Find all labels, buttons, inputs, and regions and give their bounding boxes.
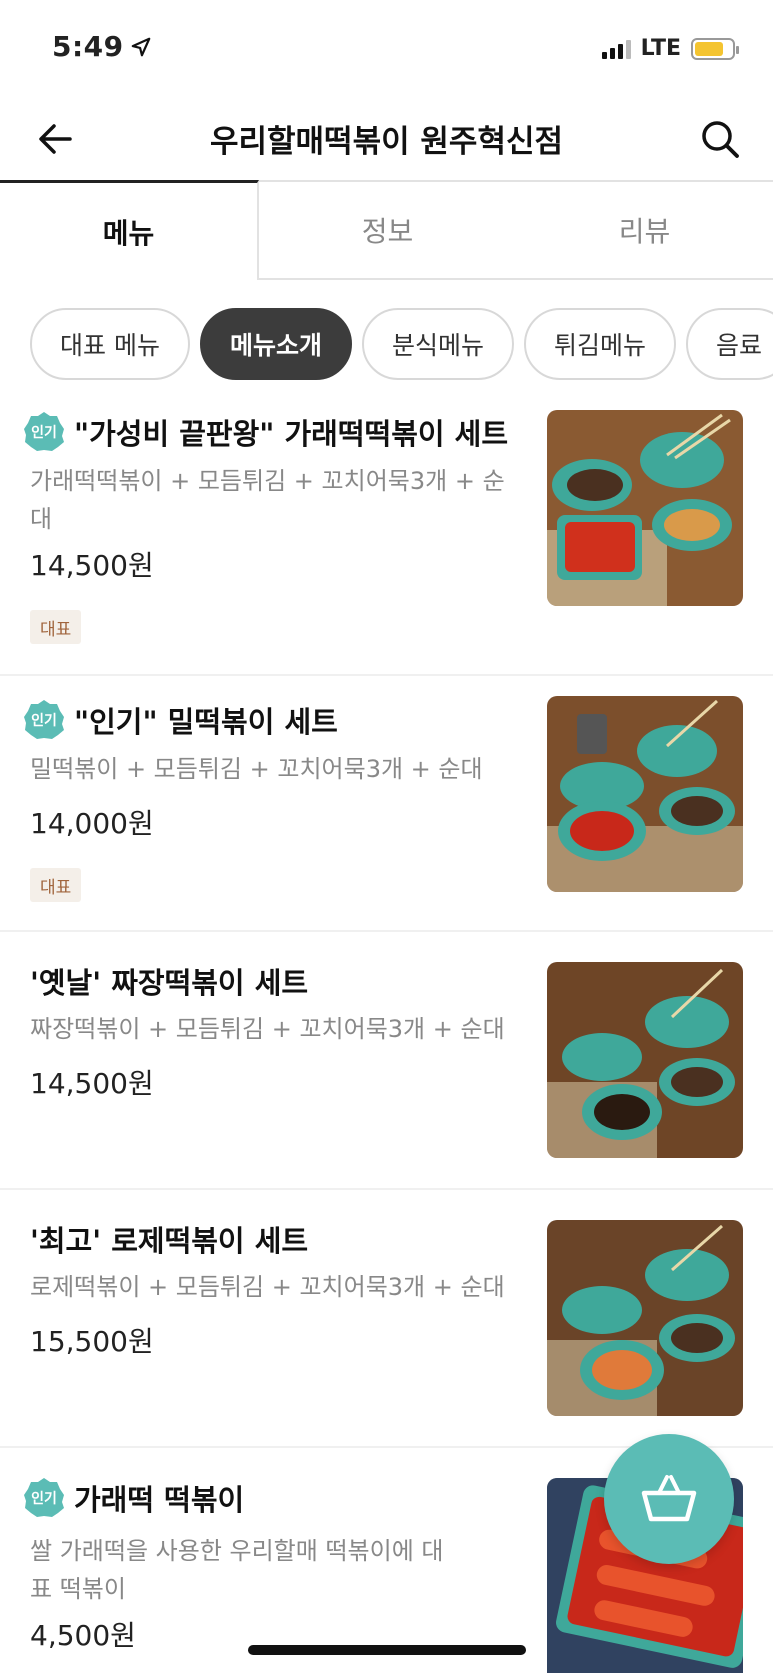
menu-item[interactable]: 인기 "인기" 밀떡볶이 세트 밀떡볶이 + 모듬튀김 + 꼬치어묵3개 + 순…: [0, 676, 773, 932]
shopping-basket-icon: [641, 1475, 697, 1522]
item-price: 14,500원: [30, 549, 154, 582]
popular-badge: 인기: [22, 698, 66, 742]
item-title-row: '최고' 로제떡볶이 세트: [22, 1218, 308, 1260]
home-indicator[interactable]: [248, 1645, 526, 1655]
status-time: 5:49: [52, 30, 152, 63]
featured-tag: 대표: [30, 610, 82, 644]
tab-menu[interactable]: 메뉴: [0, 180, 259, 280]
item-price: 15,500원: [30, 1325, 154, 1358]
location-arrow-icon: [131, 37, 151, 56]
search-icon: [702, 121, 739, 158]
status-bar: 5:49 LTE: [0, 0, 773, 100]
item-description: 로제떡볶이 + 모듬튀김 + 꼬치어묵3개 + 순대: [30, 1273, 505, 1301]
item-price: 4,500원: [30, 1619, 136, 1652]
item-name: '옛날' 짜장떡볶이 세트: [30, 966, 309, 1000]
item-photo: [547, 410, 743, 606]
network-label: LTE: [640, 36, 681, 61]
signal-icon: [601, 39, 631, 59]
item-name: "가성비 끝판왕" 가래떡떡볶이 세트: [74, 417, 509, 451]
cart-button[interactable]: [604, 1434, 734, 1564]
search-button[interactable]: [695, 114, 745, 164]
item-price: 14,500원: [30, 1067, 154, 1100]
item-title-row: 인기 "인기" 밀떡볶이 세트: [22, 698, 338, 742]
item-price: 14,000원: [30, 807, 154, 840]
app-header: 우리할매떡볶이 원주혁신점: [0, 100, 773, 180]
popular-badge-label: 인기: [31, 713, 57, 729]
battery-icon: [691, 37, 739, 60]
item-name: '최고' 로제떡볶이 세트: [30, 1224, 309, 1258]
item-photo: [547, 962, 743, 1158]
item-title-row: 인기 "가성비 끝판왕" 가래떡떡볶이 세트: [22, 410, 508, 454]
chip-snack-menu[interactable]: 분식메뉴: [361, 308, 514, 380]
chip-menu-intro[interactable]: 메뉴소개: [199, 308, 352, 380]
chip-fried-menu[interactable]: 튀김메뉴: [523, 308, 676, 380]
popular-badge-label: 인기: [31, 1491, 57, 1507]
item-name: 가래떡 떡볶이: [74, 1483, 245, 1517]
status-indicators: LTE: [601, 36, 739, 61]
item-title-row: 인기 가래떡 떡볶이: [22, 1476, 244, 1520]
item-description: 가래떡떡볶이 + 모듬튀김 + 꼬치어묵3개 + 순대: [30, 467, 505, 533]
item-title-row: '옛날' 짜장떡볶이 세트: [22, 960, 308, 1002]
item-photo: [547, 696, 743, 892]
chip-drinks[interactable]: 음료: [686, 308, 773, 380]
popular-badge: 인기: [22, 410, 66, 454]
tab-bar: 메뉴 정보 리뷰: [0, 180, 773, 280]
time-text: 5:49: [52, 30, 124, 63]
item-description: 밀떡볶이 + 모듬튀김 + 꼬치어묵3개 + 순대: [30, 755, 483, 783]
item-photo: [547, 1220, 743, 1416]
page-title: 우리할매떡볶이 원주혁신점: [209, 124, 564, 160]
popular-badge-label: 인기: [31, 425, 57, 441]
menu-item[interactable]: 인기 "가성비 끝판왕" 가래떡떡볶이 세트 가래떡떡볶이 + 모듬튀김 + 꼬…: [0, 392, 773, 676]
popular-badge: 인기: [22, 1476, 66, 1520]
item-description: 짜장떡볶이 + 모듬튀김 + 꼬치어묵3개 + 순대: [30, 1015, 505, 1043]
menu-item[interactable]: '최고' 로제떡볶이 세트 로제떡볶이 + 모듬튀김 + 꼬치어묵3개 + 순대…: [0, 1190, 773, 1448]
menu-item[interactable]: '옛날' 짜장떡볶이 세트 짜장떡볶이 + 모듬튀김 + 꼬치어묵3개 + 순대…: [0, 932, 773, 1190]
tab-info[interactable]: 정보: [259, 180, 516, 278]
featured-tag: 대표: [30, 868, 82, 902]
tab-reviews[interactable]: 리뷰: [516, 180, 773, 278]
category-chips: 대표 메뉴 메뉴소개 분식메뉴 튀김메뉴 음료: [30, 308, 773, 380]
chip-featured-menu[interactable]: 대표 메뉴: [30, 308, 190, 380]
item-name: "인기" 밀떡볶이 세트: [74, 705, 338, 739]
item-description: 쌀 가래떡을 사용한 우리할매 떡볶이에 대표 떡볶이: [30, 1537, 444, 1603]
